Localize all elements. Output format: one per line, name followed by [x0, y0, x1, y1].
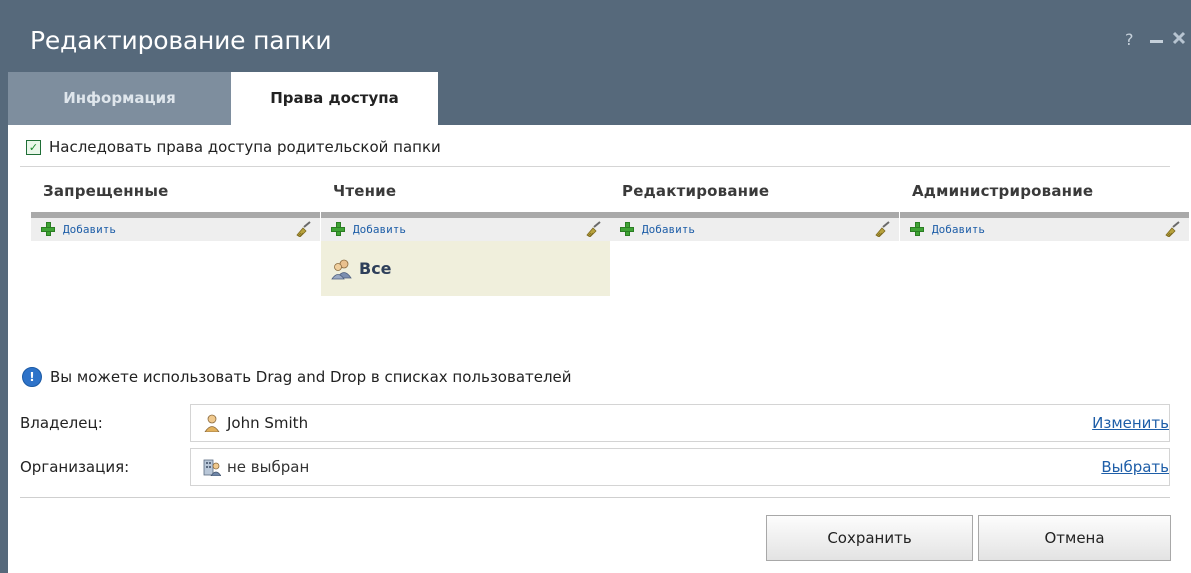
- column-toolbar: Добавить: [321, 218, 610, 241]
- column-title: Запрещенные: [43, 182, 169, 200]
- add-label: Добавить: [642, 222, 695, 236]
- hint-text: Вы можете использовать Drag and Drop в с…: [50, 368, 572, 386]
- drag-drop-hint: ! Вы можете использовать Drag and Drop в…: [22, 367, 572, 387]
- divider: [20, 166, 1170, 167]
- add-label: Добавить: [353, 222, 406, 236]
- plus-icon: [620, 222, 634, 236]
- plus-icon: [331, 222, 345, 236]
- dialog-titlebar: Редактирование папки ? Информация Права …: [0, 0, 1191, 125]
- add-label: Добавить: [932, 222, 985, 236]
- organization-label: Организация:: [20, 458, 130, 476]
- info-icon: !: [22, 367, 42, 387]
- column-title: Редактирование: [622, 182, 770, 200]
- clear-broom-icon[interactable]: [294, 221, 312, 237]
- edit-folder-dialog: Редактирование папки ? Информация Права …: [0, 0, 1191, 573]
- add-button[interactable]: Добавить: [41, 222, 116, 236]
- add-button[interactable]: Добавить: [910, 222, 985, 236]
- save-button[interactable]: Сохранить: [766, 515, 973, 561]
- cancel-button[interactable]: Отмена: [978, 515, 1171, 561]
- dialog-left-border: [0, 125, 8, 573]
- clear-broom-icon[interactable]: [1163, 221, 1181, 237]
- add-button[interactable]: Добавить: [620, 222, 695, 236]
- minimize-icon[interactable]: [1150, 30, 1164, 50]
- clear-broom-icon[interactable]: [873, 221, 891, 237]
- inherit-permissions-row[interactable]: ✓ Наследовать права доступа родительской…: [26, 137, 441, 157]
- help-icon[interactable]: ?: [1125, 30, 1134, 49]
- change-owner-link[interactable]: Изменить: [1092, 414, 1169, 432]
- column-toolbar: Добавить: [900, 218, 1189, 241]
- column-toolbar: Добавить: [610, 218, 899, 241]
- column-title: Администрирование: [912, 182, 1094, 200]
- add-label: Добавить: [63, 222, 116, 236]
- group-item-all[interactable]: Все: [321, 241, 610, 296]
- owner-value: John Smith: [227, 414, 309, 432]
- inherit-permissions-checkbox[interactable]: ✓: [26, 139, 41, 155]
- clear-broom-icon[interactable]: [584, 221, 602, 237]
- organization-icon: [203, 459, 221, 476]
- tab-access-rights[interactable]: Права доступа: [231, 72, 438, 125]
- owner-field: John Smith Изменить: [190, 404, 1170, 442]
- users-group-icon: [331, 259, 352, 279]
- owner-row: Владелец: John Smith Изменить: [20, 404, 1170, 444]
- select-organization-link[interactable]: Выбрать: [1101, 458, 1169, 476]
- close-icon[interactable]: [1172, 30, 1186, 51]
- organization-value: не выбран: [227, 458, 310, 476]
- organization-row: Организация: не выбран Выбрать: [20, 448, 1170, 488]
- column-title: Чтение: [333, 182, 397, 200]
- dialog-title: Редактирование папки: [30, 26, 332, 55]
- inherit-permissions-label: Наследовать права доступа родительской п…: [49, 138, 441, 156]
- owner-label: Владелец:: [20, 414, 103, 432]
- group-label: Все: [359, 259, 392, 278]
- organization-field: не выбран Выбрать: [190, 448, 1170, 486]
- plus-icon: [41, 222, 55, 236]
- user-icon: [204, 414, 220, 432]
- add-button[interactable]: Добавить: [331, 222, 406, 236]
- column-toolbar: Добавить: [31, 218, 320, 241]
- plus-icon: [910, 222, 924, 236]
- tab-information[interactable]: Информация: [8, 72, 231, 125]
- divider: [20, 497, 1170, 498]
